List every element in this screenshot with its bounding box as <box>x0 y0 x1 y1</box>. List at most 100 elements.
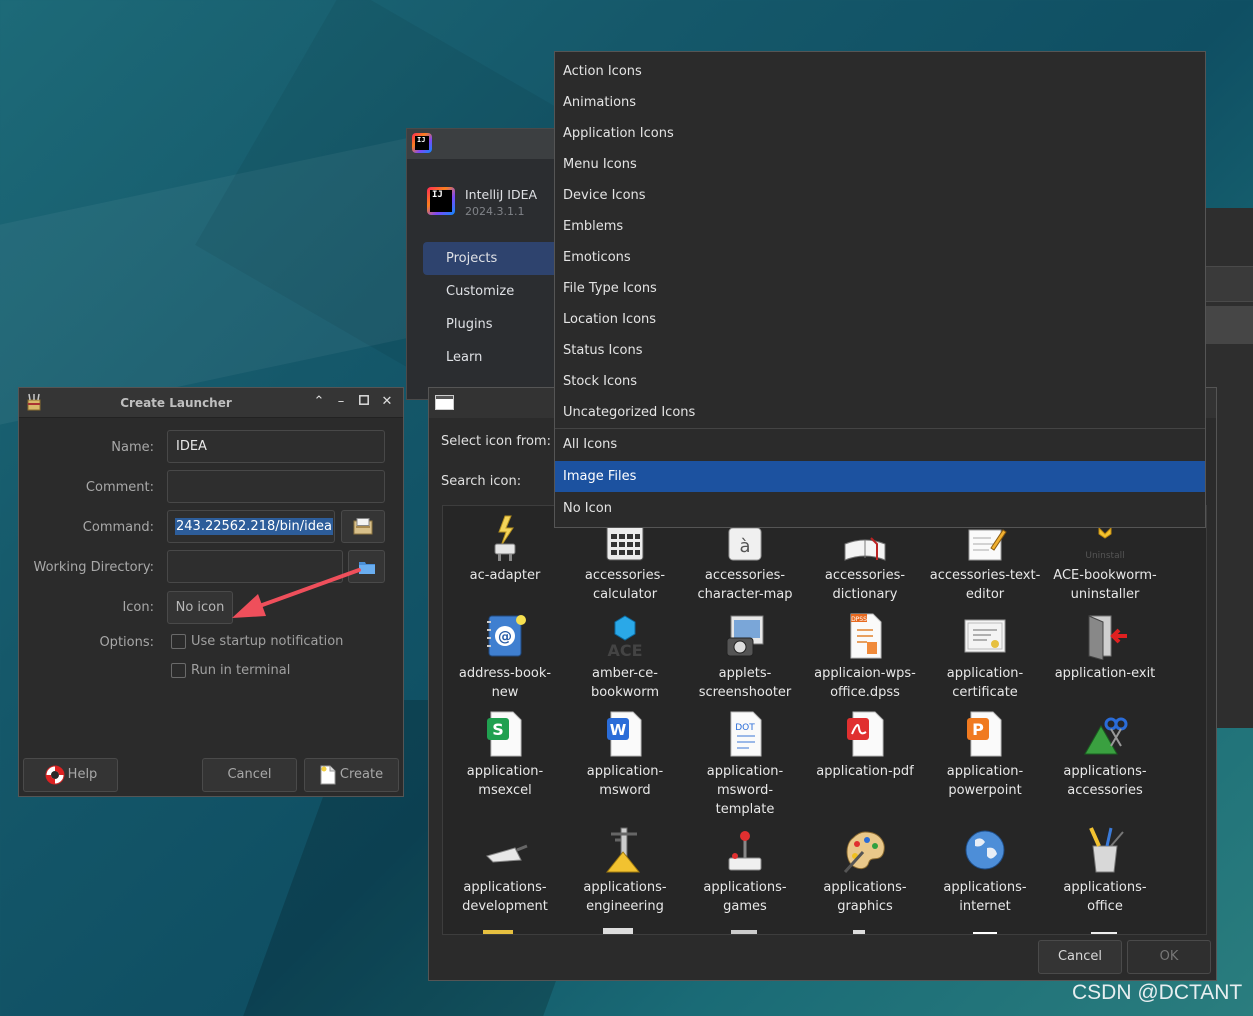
dpss-badge: DPSS <box>851 616 867 623</box>
partial-icon <box>1091 932 1117 934</box>
icon-item-application-msword[interactable]: W application- msword <box>565 710 685 800</box>
dropdown-item-uncategorized-icons[interactable]: Uncategorized Icons <box>555 397 1205 428</box>
icon-category-dropdown[interactable]: Action Icons Animations Application Icon… <box>554 51 1206 528</box>
icon-item-applications-internet[interactable]: applications- internet <box>925 826 1045 916</box>
chevron-up-icon[interactable]: ⌃ <box>311 394 327 410</box>
icon-item-address-book-new[interactable]: @ address-book- new <box>445 612 565 702</box>
icon-item-applications-engineering[interactable]: applications- engineering <box>565 826 685 916</box>
dot-badge: DOT <box>735 723 755 733</box>
cancel-button[interactable]: Cancel <box>1038 940 1122 974</box>
create-launcher-titlebar: Create Launcher ⌃ – ✕ <box>19 388 403 418</box>
select-from-label: Select icon from: <box>441 434 551 449</box>
dropdown-item-image-files[interactable]: Image Files <box>555 461 1205 492</box>
dropdown-item-all-icons[interactable]: All Icons <box>555 429 1205 460</box>
browse-command-button[interactable] <box>341 510 385 543</box>
nav-plugins[interactable]: Plugins <box>423 308 573 341</box>
dropdown-item-application-icons[interactable]: Application Icons <box>555 118 1205 149</box>
create-launcher-dialog: Create Launcher ⌃ – ✕ Name: IDEA Comment… <box>18 387 404 797</box>
options-label: Options: <box>99 635 154 650</box>
dropdown-item-emoticons[interactable]: Emoticons <box>555 242 1205 273</box>
ac-adapter-icon <box>494 515 516 561</box>
certificate-icon <box>964 619 1006 653</box>
partial-icon <box>603 928 633 934</box>
product-version: 2024.3.1.1 <box>465 205 525 218</box>
dropdown-item-device-icons[interactable]: Device Icons <box>555 180 1205 211</box>
command-label: Command: <box>82 520 154 535</box>
nav-customize[interactable]: Customize <box>423 275 573 308</box>
dropdown-item-no-icon[interactable]: No Icon <box>555 493 1205 524</box>
icon-item-application-certificate[interactable]: application- certificate <box>925 612 1045 702</box>
svg-text:à: à <box>739 536 750 557</box>
intellij-logo-icon: IJ <box>427 187 455 215</box>
partial-icon <box>973 932 997 934</box>
icon-item-applications-games[interactable]: applications- games <box>685 826 805 916</box>
comment-field[interactable] <box>167 470 385 503</box>
exit-icon <box>1088 615 1127 660</box>
icon-item-applications-graphics[interactable]: applications- graphics <box>805 826 925 916</box>
partial-icon <box>853 930 865 934</box>
dropdown-item-emblems[interactable]: Emblems <box>555 211 1205 242</box>
icon-item-amber-ce-bookworm[interactable]: ACE amber-ce- bookworm <box>565 612 685 702</box>
nav-projects[interactable]: Projects <box>423 242 573 275</box>
minimize-icon[interactable]: – <box>333 394 349 410</box>
help-button[interactable]: Help <box>23 758 118 792</box>
dropdown-item-action-icons[interactable]: Action Icons <box>555 56 1205 87</box>
search-icon-label: Search icon: <box>441 474 522 489</box>
name-field[interactable]: IDEA <box>167 430 385 463</box>
msexcel-icon: S <box>487 711 522 757</box>
icon-item-applicaion-wps-office-dpss[interactable]: DPSS applicaion-wps- office.dpss <box>805 612 925 702</box>
help-label: Help <box>67 767 98 782</box>
wps-dpss-icon: DPSS <box>850 613 882 659</box>
trowel-icon <box>486 844 528 863</box>
palette-icon <box>843 831 885 874</box>
svg-text:@: @ <box>498 629 512 645</box>
ok-button[interactable]: OK <box>1127 940 1211 974</box>
icon-item-application-msexcel[interactable]: S application- msexcel <box>445 710 565 800</box>
icon-item-applications-development[interactable]: applications- development <box>445 826 565 916</box>
svg-text:P: P <box>972 720 984 739</box>
icon-grid[interactable]: ac-adapter accessories- calculator à acc… <box>442 505 1207 935</box>
joystick-icon <box>728 831 762 871</box>
dropdown-item-animations[interactable]: Animations <box>555 87 1205 118</box>
window-icon <box>435 395 454 410</box>
maximize-icon[interactable] <box>356 394 372 410</box>
dropdown-item-file-type-icons[interactable]: File Type Icons <box>555 273 1205 304</box>
dropdown-item-status-icons[interactable]: Status Icons <box>555 335 1205 366</box>
intellij-window: IJ IJ IntelliJ IDEA 2024.3.1.1 Projects … <box>406 128 573 400</box>
accessories-icon <box>1084 717 1128 755</box>
startup-notification-checkbox[interactable] <box>171 634 186 649</box>
create-button[interactable]: Create <box>304 758 399 792</box>
name-label: Name: <box>111 440 154 455</box>
intellij-app-icon: IJ <box>412 133 432 153</box>
icon-item-ac-adapter[interactable]: ac-adapter <box>445 514 565 585</box>
watermark: CSDN @DCTANT <box>1072 981 1243 1004</box>
partial-icon <box>731 930 757 934</box>
icon-item-application-msword-template[interactable]: DOT application- msword- template <box>685 710 805 819</box>
cancel-button[interactable]: Cancel <box>202 758 297 792</box>
close-icon[interactable]: ✕ <box>379 394 395 410</box>
icon-item-application-powerpoint[interactable]: P application- powerpoint <box>925 710 1045 800</box>
run-in-terminal-checkbox[interactable] <box>171 663 186 678</box>
dropdown-item-stock-icons[interactable]: Stock Icons <box>555 366 1205 397</box>
screenshooter-icon <box>726 615 764 657</box>
dropdown-item-menu-icons[interactable]: Menu Icons <box>555 149 1205 180</box>
annotation-arrow <box>232 568 361 618</box>
nav-learn[interactable]: Learn <box>423 341 573 374</box>
workdir-label: Working Directory: <box>33 560 154 575</box>
icon-item-applications-accessories[interactable]: applications- accessories <box>1045 710 1165 800</box>
svg-text:W: W <box>610 721 627 739</box>
command-field[interactable]: 243.22562.218/bin/idea <box>167 510 335 543</box>
icon-item-application-pdf[interactable]: application-pdf <box>805 710 925 781</box>
bookworm-icon: ACE <box>607 615 643 660</box>
welcome-nav: Projects Customize Plugins Learn <box>423 242 573 374</box>
pdf-icon <box>847 711 884 757</box>
dropdown-item-location-icons[interactable]: Location Icons <box>555 304 1205 335</box>
icon-item-applets-screenshooter[interactable]: applets- screenshooter <box>685 612 805 702</box>
startup-notification-label: Use startup notification <box>191 634 344 649</box>
msword-icon: W <box>607 711 642 757</box>
lifebuoy-icon <box>45 765 65 784</box>
icon-item-application-exit[interactable]: application-exit <box>1045 612 1165 683</box>
partial-icon <box>483 930 513 934</box>
icon-item-applications-office[interactable]: applications- office <box>1045 826 1165 916</box>
run-in-terminal-label: Run in terminal <box>191 663 291 678</box>
